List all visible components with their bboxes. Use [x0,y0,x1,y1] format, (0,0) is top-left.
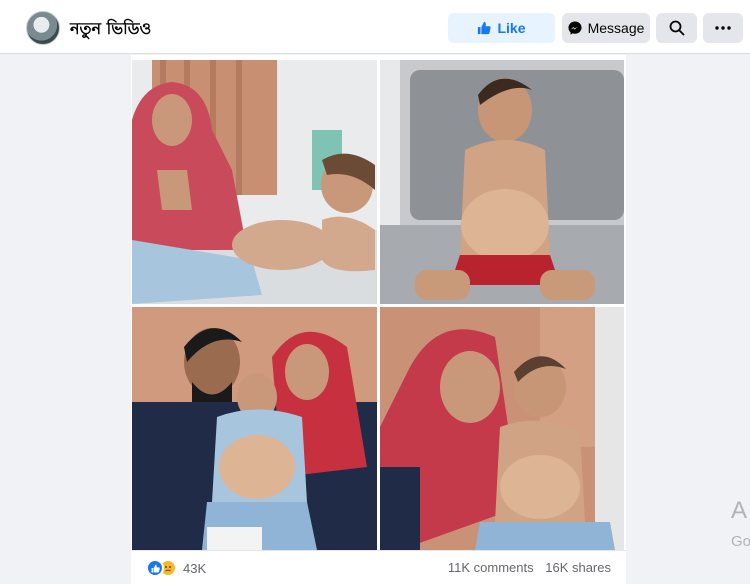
search-icon [669,20,684,36]
reaction-count: 43K [183,560,207,576]
side-panel-text: A [731,497,748,524]
page-avatar[interactable] [26,11,60,45]
post-photo-2[interactable] [380,60,624,304]
side-panel-subtext: Go [731,533,750,550]
like-button[interactable]: Like [448,13,555,43]
messenger-icon [568,21,582,35]
more-icon [715,26,731,30]
message-button[interactable]: Message [562,13,650,43]
post-stats: 11K comments 16K shares [440,560,611,575]
message-button-label: Message [587,20,645,36]
more-options-button[interactable] [703,13,743,43]
page-header: নতুন ভিডিও Like Message [0,0,750,54]
post-card: 43K 11K comments 16K shares [131,55,626,584]
post-photo-3[interactable] [132,307,377,550]
search-button[interactable] [656,13,697,43]
thumbs-up-icon [478,21,492,35]
reactions-summary[interactable]: 43K [146,558,206,578]
post-footer: 43K 11K comments 16K shares [131,550,626,584]
shares-count[interactable]: 16K shares [545,560,611,575]
post-photo-4[interactable] [380,307,624,550]
comments-count[interactable]: 11K comments [448,560,534,575]
like-button-label: Like [497,20,526,36]
post-photo-1[interactable] [132,60,377,304]
like-reaction-icon [146,559,164,577]
page-name[interactable]: নতুন ভিডিও [70,16,151,43]
